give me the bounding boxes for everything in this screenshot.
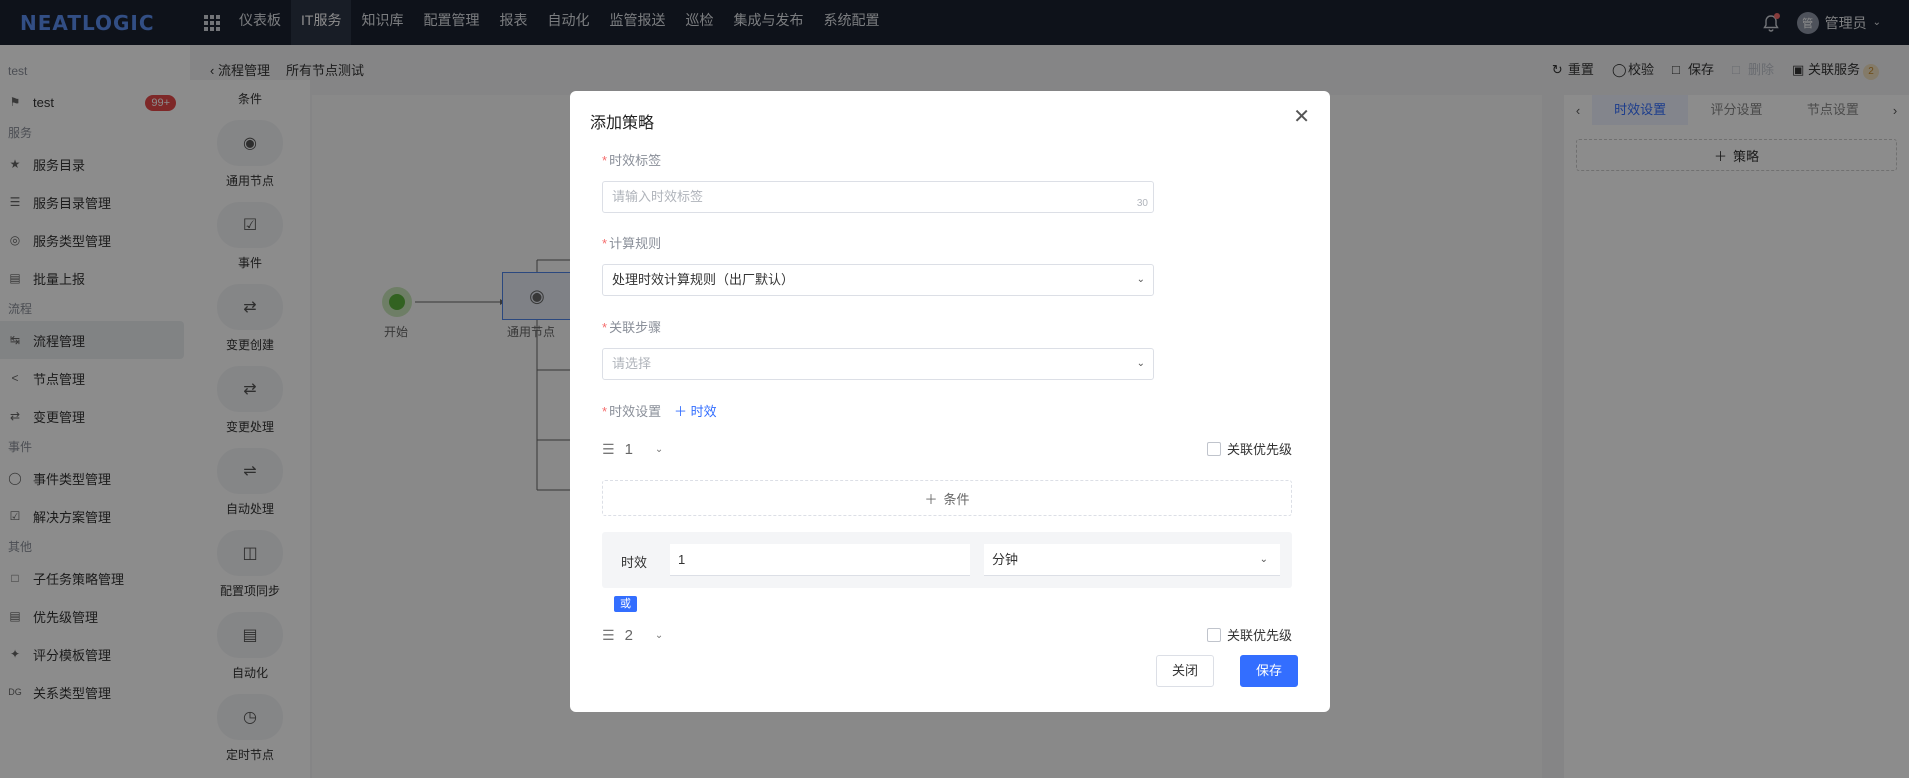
priority-label: 关联优先级 <box>1226 628 1292 643</box>
step-select[interactable]: 请选择 ⌄ <box>602 348 1154 380</box>
checkbox[interactable] <box>1206 627 1221 642</box>
save-dialog-button[interactable]: 保存 <box>1240 655 1298 687</box>
priority-label: 关联优先级 <box>1226 442 1292 457</box>
step-select-placeholder: 请选择 <box>612 356 652 371</box>
checkbox[interactable] <box>1206 441 1221 456</box>
close-button[interactable]: 关闭 <box>1156 655 1214 687</box>
priority-checkbox-2[interactable]: 关联优先级 <box>1206 625 1292 644</box>
time-label: 时效 <box>621 555 648 570</box>
step-label: * 关联步骤 <box>602 320 662 335</box>
add-policy-dialog: 添加策略 ✕ * 时效标签 请输入时效标签 30 * 计算规则 处理时效计算规则（出… <box>570 91 1330 712</box>
timeliness-row: 时效 1 分钟 ⌄ <box>602 532 1292 588</box>
rule-select-value: 处理时效计算规则（出厂默认） <box>612 272 795 287</box>
add-condition-button[interactable]: ＋ 条件 <box>602 480 1292 516</box>
time-value-input[interactable]: 1 <box>670 544 970 576</box>
tag-input-placeholder: 请输入时效标签 <box>612 189 704 204</box>
add-timeliness-label: 时效 <box>690 404 717 419</box>
rule-index: 1 <box>624 440 633 458</box>
or-tag: 或 <box>614 596 637 612</box>
chevron-down-icon[interactable]: ⌄ <box>655 444 663 455</box>
rule-row-2-header: ☰ 2 ⌄ <box>602 625 663 645</box>
chevron-down-icon: ⌄ <box>1136 358 1145 369</box>
chevron-down-icon[interactable]: ⌄ <box>655 630 663 641</box>
char-count: 30 <box>1136 198 1148 209</box>
plus-icon: ＋ <box>674 404 688 419</box>
tag-label-text: 时效标签 <box>609 153 662 168</box>
chevron-down-icon: ⌄ <box>1136 274 1145 285</box>
rule-row-1-header: ☰ 1 ⌄ <box>602 439 663 459</box>
tag-label: * 时效标签 <box>602 153 662 168</box>
rule-label-text: 计算规则 <box>609 236 662 251</box>
tag-input[interactable]: 请输入时效标签 30 <box>602 181 1154 213</box>
add-timeliness-button[interactable]: ＋ 时效 <box>674 401 717 420</box>
setting-label: * 时效设置 <box>602 404 662 419</box>
dialog-title: 添加策略 <box>590 115 655 132</box>
chevron-down-icon: ⌄ <box>1259 554 1268 565</box>
drag-handle-icon[interactable]: ☰ <box>602 441 615 458</box>
setting-label-text: 时效设置 <box>609 404 662 419</box>
plus-icon: ＋ <box>924 491 938 507</box>
step-label-text: 关联步骤 <box>609 320 662 335</box>
rule-label: * 计算规则 <box>602 236 662 251</box>
time-unit-select[interactable]: 分钟 ⌄ <box>984 544 1280 576</box>
close-icon[interactable]: ✕ <box>1293 107 1310 127</box>
rule-select[interactable]: 处理时效计算规则（出厂默认） ⌄ <box>602 264 1154 296</box>
drag-handle-icon[interactable]: ☰ <box>602 627 615 644</box>
time-unit-value: 分钟 <box>992 552 1019 567</box>
add-condition-label: 条件 <box>943 491 970 507</box>
rule-index: 2 <box>624 626 633 644</box>
priority-checkbox-1[interactable]: 关联优先级 <box>1206 439 1292 458</box>
